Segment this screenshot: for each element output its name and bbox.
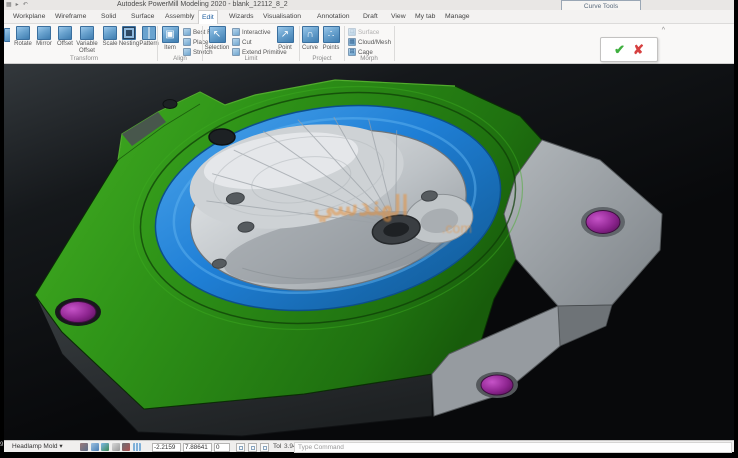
group-limit: ↖ Selection Interactive Cut Extend Primi… bbox=[204, 24, 298, 63]
viewport-3d[interactable]: الهندسي .com bbox=[4, 64, 734, 440]
position-option-button[interactable] bbox=[236, 443, 245, 452]
offset-button[interactable]: Offset bbox=[54, 26, 76, 48]
ribbon-tab-bar: Workplane Wireframe Solid Surface Assemb… bbox=[4, 10, 734, 24]
best-fit-icon bbox=[183, 28, 191, 36]
tolerance-label: Tol bbox=[273, 442, 281, 452]
snap-icon[interactable] bbox=[122, 443, 130, 451]
group-label-project: Project bbox=[301, 55, 343, 62]
cancel-button[interactable]: ✘ bbox=[633, 42, 644, 58]
accept-button[interactable]: ✔ bbox=[614, 42, 625, 58]
intelligent-cursor-icon[interactable] bbox=[91, 443, 99, 451]
app-menu-icon[interactable]: ▦ bbox=[6, 1, 12, 9]
project-curve-button[interactable]: ∩ Curve bbox=[299, 26, 321, 52]
nesting-icon bbox=[122, 26, 136, 40]
point-icon: ↗ bbox=[277, 26, 294, 43]
chevron-down-icon: ▾ bbox=[59, 443, 62, 450]
tab-view[interactable]: View bbox=[388, 10, 409, 24]
offset-icon bbox=[58, 26, 72, 40]
selection-icon: ↖ bbox=[209, 26, 226, 43]
group-project: ∩ Curve ∴ Points Project bbox=[301, 24, 343, 63]
frame-digit: 9 bbox=[0, 442, 3, 448]
purple-hole-left[interactable] bbox=[60, 302, 96, 323]
rotate-icon bbox=[16, 26, 30, 40]
tab-edit[interactable]: Edit bbox=[198, 10, 218, 24]
tab-assembly[interactable]: Assembly bbox=[162, 10, 197, 24]
project-points-icon: ∴ bbox=[323, 26, 340, 43]
position-option-button-2[interactable] bbox=[248, 443, 257, 452]
coordinate-x-input[interactable] bbox=[152, 443, 181, 452]
project-curve-icon: ∩ bbox=[302, 26, 319, 43]
ribbon: Rotate Mirror Offset Variable Offset Sca… bbox=[4, 24, 734, 64]
command-input[interactable] bbox=[294, 442, 732, 453]
lock-icon[interactable] bbox=[112, 443, 120, 451]
tab-visualisation[interactable]: Visualisation bbox=[260, 10, 304, 24]
variable-offset-button[interactable]: Variable Offset bbox=[75, 26, 99, 54]
clipped-ribbon-icon bbox=[4, 28, 10, 42]
interactive-icon bbox=[232, 28, 240, 36]
grid-icon[interactable] bbox=[133, 443, 141, 451]
coordinate-y-input[interactable] bbox=[183, 443, 212, 452]
purple-hole-right[interactable] bbox=[586, 211, 620, 234]
tab-draft[interactable]: Draft bbox=[360, 10, 381, 24]
mirror-button[interactable]: Mirror bbox=[33, 26, 55, 48]
tab-wireframe[interactable]: Wireframe bbox=[52, 10, 89, 24]
scale-icon bbox=[103, 26, 117, 40]
morph-surface-icon: □ bbox=[348, 28, 356, 36]
tab-manage[interactable]: Manage bbox=[442, 10, 473, 24]
window-title: Autodesk PowerMill Modeling 2020 - blank… bbox=[117, 1, 288, 9]
tab-solid[interactable]: Solid bbox=[98, 10, 119, 24]
project-points-button[interactable]: ∴ Points bbox=[320, 26, 342, 52]
statusbar-icon-row bbox=[80, 443, 141, 451]
group-morph: □Surface ▦Cloud/Mesh ⊞Cage Morph bbox=[346, 24, 392, 63]
morph-cloud-mesh-icon: ▦ bbox=[348, 38, 356, 46]
quick-access-toolbar: ▦ ▸ ↶ bbox=[6, 1, 28, 9]
coordinate-z-input[interactable] bbox=[214, 443, 230, 452]
mirror-icon bbox=[37, 26, 51, 40]
group-label-transform: Transform bbox=[12, 55, 156, 62]
level-selector[interactable]: Headlamp Mold ▾ bbox=[12, 442, 63, 452]
green-face-hole bbox=[209, 129, 235, 145]
ribbon-separator bbox=[344, 26, 345, 61]
group-align: ▣ Item Best Fit Place Stretch Align bbox=[159, 24, 201, 63]
tab-surface[interactable]: Surface bbox=[128, 10, 157, 24]
pattern-icon bbox=[142, 26, 156, 40]
mold-model[interactable] bbox=[4, 64, 734, 440]
group-transform: Rotate Mirror Offset Variable Offset Sca… bbox=[12, 24, 156, 63]
application-window: ▦ ▸ ↶ Autodesk PowerMill Modeling 2020 -… bbox=[0, 0, 738, 458]
save-icon[interactable]: ▸ bbox=[16, 1, 19, 9]
undo-icon[interactable]: ↶ bbox=[23, 1, 28, 9]
tab-my-tab[interactable]: My tab bbox=[412, 10, 438, 24]
nesting-button[interactable]: Nesting bbox=[118, 26, 140, 48]
variable-offset-icon bbox=[80, 26, 94, 40]
cut-icon bbox=[232, 38, 240, 46]
position-option-button-3[interactable] bbox=[260, 443, 269, 452]
level-name: Headlamp Mold bbox=[12, 443, 58, 450]
ribbon-separator bbox=[394, 26, 395, 61]
select-icon[interactable] bbox=[80, 443, 88, 451]
selection-button[interactable]: ↖ Selection bbox=[204, 26, 230, 52]
place-icon bbox=[183, 38, 191, 46]
morph-small-buttons: □Surface ▦Cloud/Mesh ⊞Cage bbox=[348, 27, 391, 57]
group-label-align: Align bbox=[159, 55, 201, 62]
status-bar: Headlamp Mold ▾ Tol 3.94e-4 bbox=[4, 440, 734, 452]
rotate-button[interactable]: Rotate bbox=[12, 26, 34, 48]
group-label-morph: Morph bbox=[346, 55, 392, 62]
item-button[interactable]: ▣ Item bbox=[157, 26, 183, 52]
workplane-icon[interactable] bbox=[101, 443, 109, 451]
morph-cloud-mesh-button[interactable]: ▦Cloud/Mesh bbox=[348, 37, 391, 47]
purple-hole-bottom[interactable] bbox=[481, 375, 513, 395]
tab-wizards[interactable]: Wizards bbox=[226, 10, 257, 24]
green-face-hole-small bbox=[163, 100, 177, 109]
item-icon: ▣ bbox=[162, 26, 179, 43]
point-button[interactable]: ↗ Point bbox=[274, 26, 296, 52]
group-label-limit: Limit bbox=[204, 55, 298, 62]
tab-annotation[interactable]: Annotation bbox=[314, 10, 353, 24]
tab-workplane[interactable]: Workplane bbox=[10, 10, 48, 24]
confirm-panel: ✔ ✘ ^ bbox=[600, 37, 658, 62]
morph-surface-button[interactable]: □Surface bbox=[348, 27, 391, 37]
collapse-chevron-icon[interactable]: ^ bbox=[662, 27, 665, 34]
ribbon-separator bbox=[202, 26, 203, 61]
